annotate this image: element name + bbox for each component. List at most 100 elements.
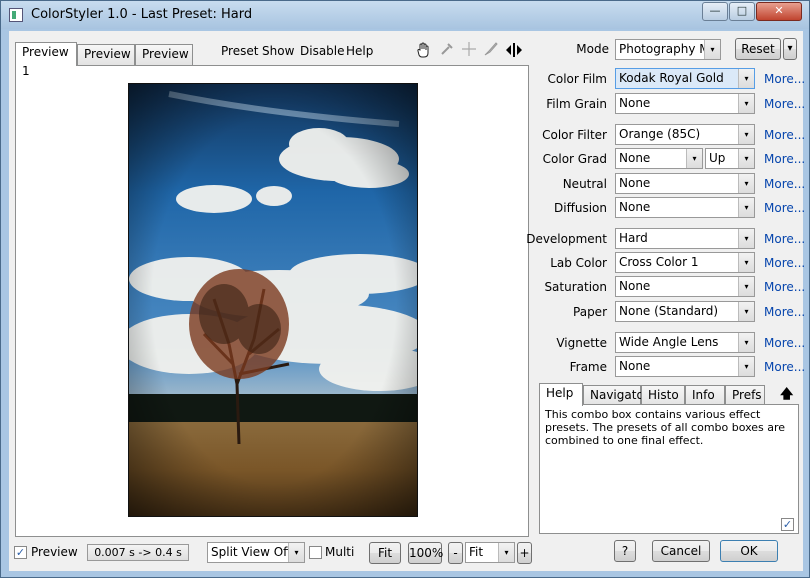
tab-prefs[interactable]: Prefs [725, 385, 765, 405]
setting-label-diffusion: Diffusion [554, 201, 607, 215]
cancel-button[interactable]: Cancel [652, 540, 710, 562]
tab-info[interactable]: Info [685, 385, 725, 405]
color-filter-select[interactable]: Orange (85C) ▾ [615, 124, 755, 145]
menu-help[interactable]: Help [346, 44, 373, 58]
film-grain-more-link[interactable]: More... [764, 97, 805, 111]
saturation-value: None [619, 279, 651, 293]
frame-more-link[interactable]: More... [764, 360, 805, 374]
setting-label-lab-color: Lab Color [550, 256, 607, 270]
main-client-area: Preview 1 Preview 2 Preview 3 Preset Sho… [9, 31, 805, 571]
menu-show[interactable]: Show [262, 44, 294, 58]
color-grad-direction-select[interactable]: Up ▾ [705, 148, 755, 169]
multi-checkbox-label: Multi [325, 545, 355, 559]
tab-help[interactable]: Help [539, 383, 583, 406]
development-select[interactable]: Hard ▾ [615, 228, 755, 249]
brush-icon[interactable] [481, 41, 501, 61]
color-film-more-link[interactable]: More... [764, 72, 805, 86]
diffusion-select[interactable]: None ▾ [615, 197, 755, 218]
preview-checkbox-label: Preview [31, 545, 78, 559]
preview-checkbox[interactable]: ✓ [14, 546, 27, 559]
mode-select[interactable]: Photography Mod ▾ [615, 39, 721, 60]
color-film-select[interactable]: Kodak Royal Gold ▾ [615, 68, 755, 89]
neutral-more-link[interactable]: More... [764, 177, 805, 191]
chevron-down-icon: ▾ [738, 229, 754, 248]
fit-button[interactable]: Fit [369, 542, 401, 564]
split-view-select[interactable]: Split View Off ▾ [207, 542, 305, 563]
setting-label-paper: Paper [573, 305, 607, 319]
title-bar[interactable]: ColorStyler 1.0 - Last Preset: Hard — □ … [1, 1, 809, 29]
zoom-select-value: Fit [469, 545, 484, 559]
color-filter-more-link[interactable]: More... [764, 128, 805, 142]
chevron-down-icon: ▾ [738, 277, 754, 296]
zoom-100-button[interactable]: 100% [408, 542, 443, 564]
neutral-value: None [619, 176, 651, 190]
app-icon [9, 8, 23, 22]
setting-label-color-grad: Color Grad [542, 152, 607, 166]
lab-color-more-link[interactable]: More... [764, 256, 805, 270]
setting-label-vignette: Vignette [556, 336, 607, 350]
preview-image[interactable] [128, 83, 418, 517]
color-grad-select[interactable]: None ▾ [615, 148, 703, 169]
setting-label-neutral: Neutral [562, 177, 607, 191]
help-panel: This combo box contains various effect p… [539, 404, 799, 534]
zoom-out-button[interactable]: - [448, 542, 463, 564]
color-film-value: Kodak Royal Gold [619, 71, 724, 85]
hand-icon[interactable] [414, 41, 434, 61]
menu-preset[interactable]: Preset [221, 44, 258, 58]
crosshair-icon[interactable] [459, 41, 479, 61]
ok-button[interactable]: OK [720, 540, 778, 562]
chevron-down-icon: ▾ [738, 302, 754, 321]
tab-navigator[interactable]: Navigator [583, 385, 649, 405]
tab-preview-2[interactable]: Preview 2 [77, 44, 135, 80]
film-grain-select[interactable]: None ▾ [615, 93, 755, 114]
menu-disable[interactable]: Disable [300, 44, 345, 58]
paper-select[interactable]: None (Standard) ▾ [615, 301, 755, 322]
film-grain-value: None [619, 96, 651, 110]
app-window: ColorStyler 1.0 - Last Preset: Hard — □ … [0, 0, 810, 578]
zoom-select[interactable]: Fit ▾ [465, 542, 515, 563]
development-more-link[interactable]: More... [764, 232, 805, 246]
chevron-down-icon: ▾ [738, 253, 754, 272]
maximize-button[interactable]: □ [729, 2, 755, 21]
development-value: Hard [619, 231, 648, 245]
color-filter-value: Orange (85C) [619, 127, 701, 141]
setting-label-development: Development [526, 232, 607, 246]
setting-label-color-film: Color Film [547, 72, 607, 86]
eyedropper-icon[interactable] [437, 41, 457, 61]
multi-checkbox[interactable] [309, 546, 322, 559]
zoom-in-button[interactable]: + [517, 542, 532, 564]
help-button[interactable]: ? [614, 540, 636, 562]
vignette-more-link[interactable]: More... [764, 336, 805, 350]
help-checkbox[interactable]: ✓ [781, 518, 794, 531]
setting-label-film-grain: Film Grain [546, 97, 607, 111]
render-time-display: 0.007 s -> 0.4 s [87, 544, 189, 561]
preview-panel[interactable] [15, 65, 529, 537]
setting-label-saturation: Saturation [544, 280, 607, 294]
chevron-down-icon: ▾ [704, 40, 720, 59]
reset-button[interactable]: Reset [735, 38, 781, 60]
vignette-value: Wide Angle Lens [619, 335, 719, 349]
neutral-select[interactable]: None ▾ [615, 173, 755, 194]
mode-label: Mode [576, 42, 609, 56]
close-button[interactable]: ✕ [756, 2, 802, 21]
window-title: ColorStyler 1.0 - Last Preset: Hard [31, 7, 253, 22]
chevron-down-icon: ▾ [738, 69, 754, 88]
saturation-select[interactable]: None ▾ [615, 276, 755, 297]
frame-value: None [619, 359, 651, 373]
setting-label-frame: Frame [569, 360, 607, 374]
frame-select[interactable]: None ▾ [615, 356, 755, 377]
vignette-select[interactable]: Wide Angle Lens ▾ [615, 332, 755, 353]
help-text: This combo box contains various effect p… [545, 408, 786, 447]
chevron-down-icon: ▾ [738, 125, 754, 144]
tab-preview-1[interactable]: Preview 1 [15, 42, 77, 78]
chevron-down-icon: ▾ [738, 174, 754, 193]
paper-more-link[interactable]: More... [764, 305, 805, 319]
diffusion-more-link[interactable]: More... [764, 201, 805, 215]
minimize-button[interactable]: — [702, 2, 728, 21]
saturation-more-link[interactable]: More... [764, 280, 805, 294]
reset-dropdown-button[interactable]: ▾ [783, 38, 797, 60]
color-grad-more-link[interactable]: More... [764, 152, 805, 166]
tab-preview-3[interactable]: Preview 3 [135, 44, 193, 80]
tab-histo[interactable]: Histo [641, 385, 685, 405]
lab-color-select[interactable]: Cross Color 1 ▾ [615, 252, 755, 273]
